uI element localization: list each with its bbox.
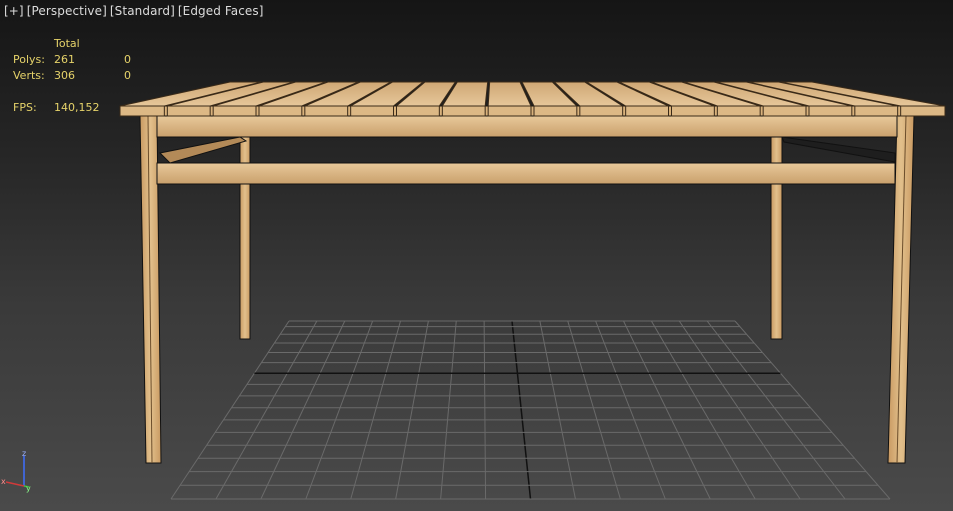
scene-canvas: z x y: [1, 81, 946, 500]
tabletop-plank-edge: [258, 105, 303, 117]
tabletop-plank-edge: [119, 105, 165, 117]
table-model[interactable]: [119, 81, 946, 464]
tabletop-plank-edge: [671, 105, 715, 117]
tabletop-plank-edge: [487, 105, 532, 117]
gizmo-x-label: x: [1, 477, 6, 486]
tabletop-plank-edge: [625, 105, 670, 117]
grid-line: [706, 320, 846, 500]
grid-line: [734, 320, 891, 500]
grid-line: [511, 320, 532, 500]
gizmo-z-label: z: [22, 449, 26, 458]
grid-line: [483, 320, 487, 500]
axis-tripod-gizmo: z x y: [1, 449, 31, 493]
right-side-stretcher: [781, 136, 896, 163]
tabletop-plank-edge: [304, 105, 349, 117]
perspective-viewport[interactable]: [+] [Perspective] [Standard] [Edged Face…: [0, 0, 953, 511]
tabletop-plank-edge: [350, 105, 394, 117]
front-stretcher: [156, 162, 896, 185]
grid-line: [350, 320, 401, 500]
tabletop-plank-edge: [533, 105, 578, 117]
gizmo-y-label: y: [26, 484, 31, 493]
tabletop-plank-edge: [166, 105, 211, 117]
tabletop-plank-edge: [762, 105, 807, 117]
grid-line: [170, 320, 290, 500]
home-grid: [170, 320, 891, 500]
grid-line: [595, 320, 666, 500]
tabletop-plank-edge: [808, 105, 853, 117]
tabletop-plank-edge: [854, 105, 899, 117]
grid-line: [260, 320, 346, 500]
front-apron: [156, 115, 898, 138]
grid-line: [539, 320, 576, 500]
tabletop-plank-edge: [396, 105, 440, 117]
grid-line: [567, 320, 621, 500]
tabletop-plank-edge: [212, 105, 257, 117]
tabletop-plank-edge: [441, 105, 486, 117]
grid-line: [440, 320, 457, 500]
grid-line: [305, 320, 374, 500]
grid-line: [215, 320, 318, 500]
tabletop-plank-edge: [579, 105, 624, 117]
tabletop-plank-edge: [716, 105, 761, 117]
grid-line: [395, 320, 429, 500]
tabletop-plank-edge: [900, 105, 946, 117]
left-side-stretcher: [158, 136, 248, 164]
